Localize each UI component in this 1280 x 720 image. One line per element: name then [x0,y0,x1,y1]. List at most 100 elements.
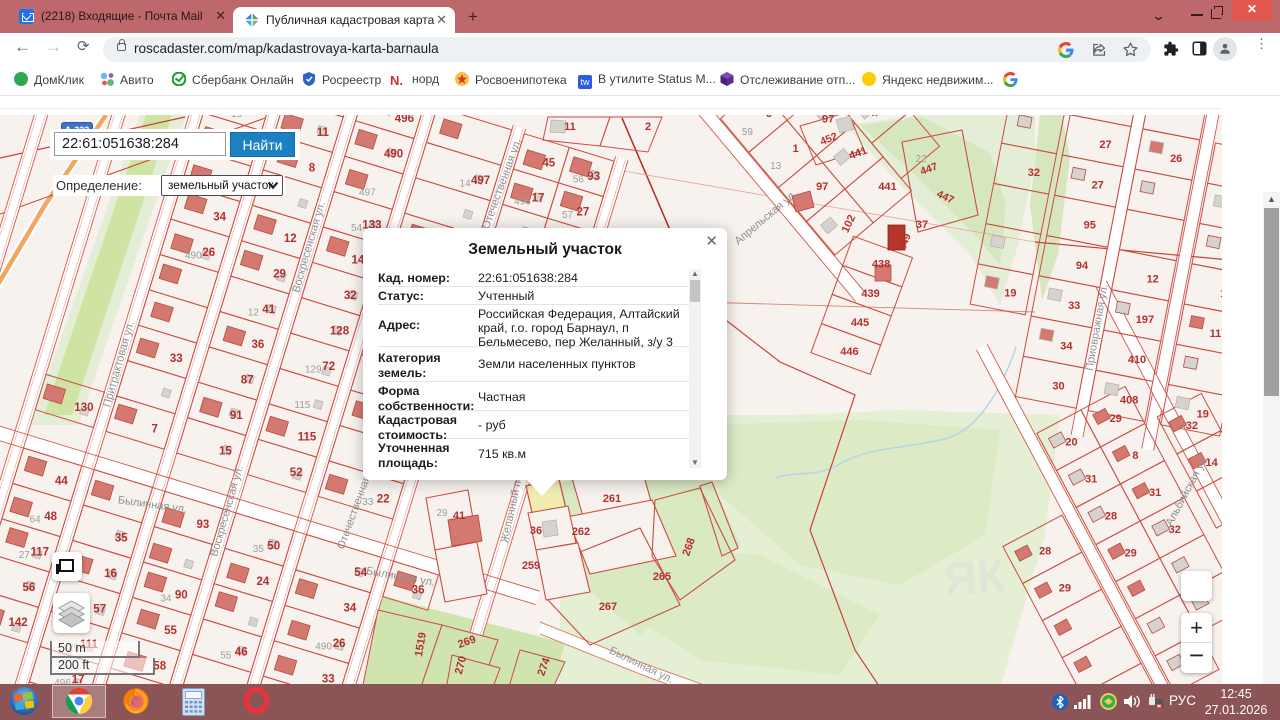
svg-text:29: 29 [1059,583,1071,595]
svg-text:128: 128 [330,325,350,337]
svg-text:97: 97 [822,115,834,125]
svg-text:29: 29 [1125,548,1137,560]
svg-text:26: 26 [202,247,215,259]
svg-text:130: 130 [74,402,93,414]
svg-text:27: 27 [19,550,31,561]
svg-text:26: 26 [1170,153,1182,165]
svg-text:45: 45 [542,157,555,169]
svg-text:29: 29 [436,508,448,519]
svg-text:197: 197 [1136,314,1154,326]
svg-text:93: 93 [197,519,210,531]
svg-text:17: 17 [532,193,545,205]
svg-text:24: 24 [257,576,270,588]
svg-text:12: 12 [284,233,297,245]
svg-text:408: 408 [1120,394,1138,406]
svg-text:438: 438 [872,259,890,271]
svg-text:115: 115 [298,432,317,444]
svg-text:31: 31 [1085,474,1097,486]
svg-text:410: 410 [1128,354,1146,366]
svg-text:11: 11 [317,127,330,139]
svg-text:46: 46 [235,647,248,659]
svg-text:87: 87 [241,375,254,387]
svg-text:52: 52 [290,467,303,479]
svg-text:29: 29 [273,268,286,280]
svg-text:ЯК: ЯК [942,549,1008,605]
svg-text:267: 267 [599,601,617,613]
svg-text:56: 56 [23,582,36,594]
svg-text:15: 15 [219,445,232,457]
svg-text:265: 265 [653,571,671,583]
svg-text:19: 19 [1004,288,1016,300]
svg-text:2: 2 [645,121,651,133]
svg-text:41: 41 [262,304,275,316]
svg-text:261: 261 [603,493,621,505]
svg-text:19: 19 [246,115,259,117]
svg-text:33: 33 [1068,300,1080,312]
svg-text:41: 41 [453,510,465,522]
svg-text:32: 32 [344,290,357,302]
svg-text:55: 55 [164,625,177,637]
svg-text:13: 13 [770,161,782,172]
svg-text:490: 490 [185,250,202,261]
svg-text:117: 117 [31,547,50,559]
svg-text:37: 37 [916,219,928,231]
svg-text:35: 35 [253,544,265,555]
svg-text:50: 50 [267,541,280,553]
svg-text:95: 95 [1084,220,1096,232]
svg-text:12: 12 [1147,274,1159,286]
svg-text:497: 497 [471,175,490,187]
svg-text:446: 446 [840,346,858,358]
svg-text:20: 20 [1065,436,1077,448]
svg-text:490: 490 [384,149,403,161]
svg-text:93: 93 [587,171,600,183]
svg-text:441: 441 [878,181,896,193]
svg-text:18: 18 [1220,288,1222,300]
svg-text:17: 17 [72,674,85,684]
svg-text:32: 32 [1028,167,1040,179]
svg-text:262: 262 [572,526,590,538]
svg-text:35: 35 [115,533,128,545]
svg-text:14: 14 [460,179,472,190]
svg-text:34: 34 [160,593,172,604]
svg-text:28: 28 [1105,511,1117,523]
svg-text:129: 129 [305,364,322,375]
svg-text:56: 56 [573,175,585,186]
svg-text:34: 34 [213,211,226,223]
svg-text:22: 22 [377,494,390,506]
svg-text:3: 3 [766,115,772,120]
svg-text:31: 31 [1149,487,1161,499]
svg-text:54: 54 [351,223,363,234]
svg-text:94: 94 [1076,260,1089,272]
svg-text:59: 59 [742,127,754,138]
svg-text:16: 16 [104,568,117,580]
svg-text:34: 34 [344,603,357,615]
svg-text:36: 36 [530,525,542,537]
svg-text:97: 97 [816,181,828,193]
svg-text:11: 11 [564,121,576,133]
svg-text:19: 19 [1197,409,1209,421]
svg-text:72: 72 [322,361,335,373]
svg-text:22: 22 [915,154,927,165]
svg-text:33: 33 [322,673,335,684]
svg-text:58: 58 [153,661,166,673]
svg-text:91: 91 [230,410,243,422]
svg-text:64: 64 [30,515,42,526]
svg-text:29: 29 [1110,413,1122,425]
svg-text:142: 142 [9,617,28,629]
svg-text:48: 48 [44,511,57,523]
svg-text:34: 34 [1060,340,1073,352]
svg-text:30: 30 [1052,381,1064,393]
svg-text:496: 496 [395,115,414,125]
svg-text:19: 19 [231,115,243,120]
svg-text:44: 44 [55,476,68,488]
svg-text:36: 36 [252,339,265,351]
svg-text:439: 439 [861,288,879,300]
svg-text:12: 12 [248,307,260,318]
svg-text:8: 8 [1132,450,1138,462]
svg-text:115: 115 [294,400,310,411]
svg-text:7: 7 [151,424,157,436]
svg-text:55: 55 [220,650,232,661]
svg-text:496: 496 [514,196,531,207]
svg-text:117: 117 [1210,328,1222,340]
svg-text:8: 8 [309,162,316,174]
